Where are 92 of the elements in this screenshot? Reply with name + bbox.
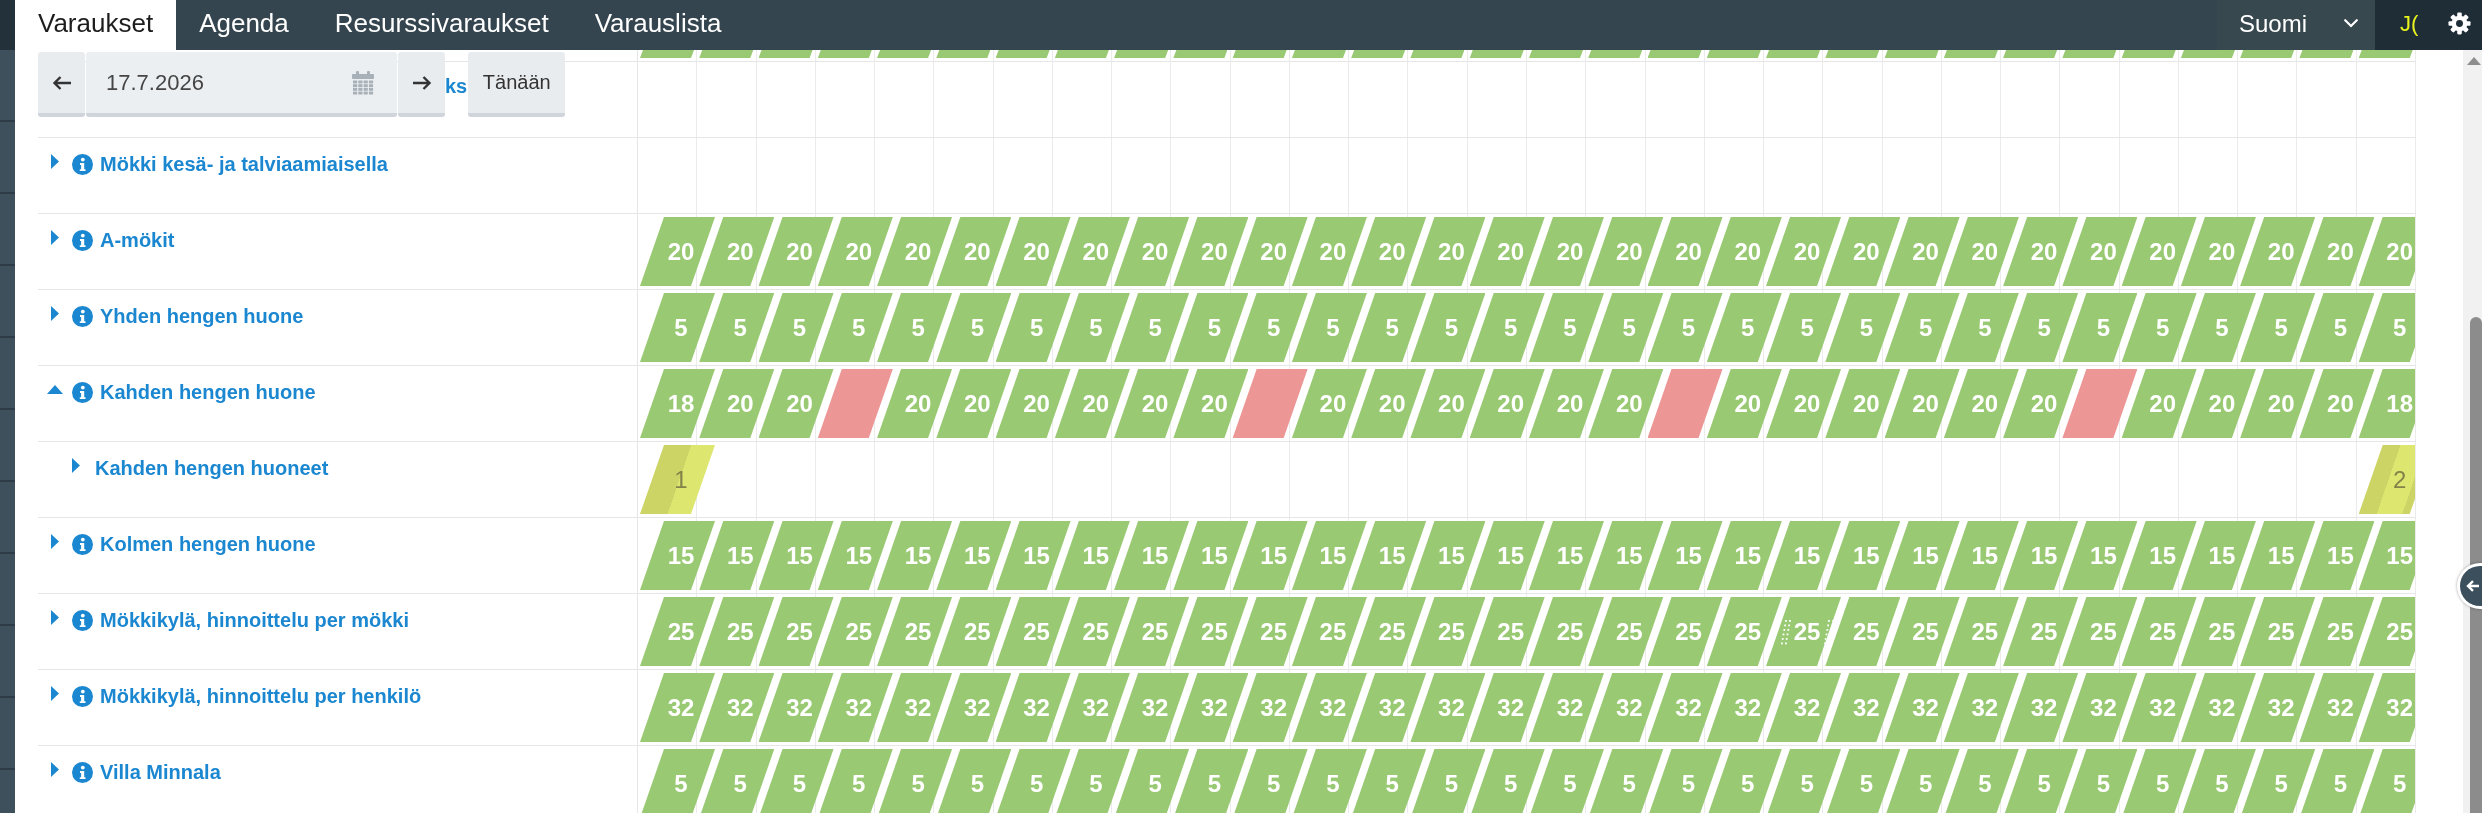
availability-slot[interactable]: 25 [2358, 597, 2415, 666]
arrow-left-icon [51, 74, 72, 91]
availability-slot[interactable] [1469, 50, 1524, 58]
caret-right-icon[interactable] [51, 686, 59, 701]
arrow-right-icon [411, 74, 432, 91]
availability-slot[interactable] [2240, 50, 2295, 58]
resource-link[interactable]: Yhden hengen huone [100, 304, 304, 328]
settings-icon[interactable] [2448, 12, 2472, 35]
availability-slot[interactable] [2003, 50, 2058, 58]
availability-slot[interactable]: 25 [640, 597, 715, 666]
info-icon[interactable] [72, 686, 93, 707]
availability-slot[interactable] [1825, 50, 1880, 58]
availability-slot[interactable] [2299, 50, 2354, 58]
availability-slot[interactable]: 32 [640, 673, 715, 742]
info-icon[interactable] [72, 534, 93, 555]
calendar-icon[interactable] [352, 70, 374, 95]
availability-slot[interactable]: 18 [640, 369, 715, 438]
resource-link[interactable]: Mökki kesä- ja talviaamiaisella [100, 152, 388, 176]
chevron-down-icon [2344, 19, 2358, 28]
resource-link[interactable]: Mökkikylä, hinnoittelu per mökki [100, 608, 409, 632]
availability-slot[interactable] [1232, 50, 1287, 58]
user-initials[interactable]: J( [2400, 10, 2419, 37]
availability-slot[interactable] [1173, 50, 1228, 58]
caret-right-icon[interactable] [51, 610, 59, 625]
resource-link[interactable]: Kahden hengen huoneet [95, 456, 329, 480]
availability-slot[interactable] [2180, 50, 2235, 58]
nav-tab[interactable]: Resurssivaraukset [311, 0, 572, 50]
availability-slot[interactable] [2121, 50, 2176, 58]
date-field[interactable]: 17.7.2026 [86, 52, 397, 117]
arrow-left-icon [2466, 580, 2480, 592]
availability-slot[interactable]: 18 [2358, 369, 2415, 438]
availability-slot[interactable] [1529, 50, 1583, 58]
availability-slot[interactable]: 15 [640, 521, 715, 590]
scroll-up-arrow-icon[interactable] [2467, 57, 2481, 65]
caret-right-icon[interactable] [51, 534, 59, 549]
info-icon[interactable] [72, 306, 93, 327]
info-icon[interactable] [72, 154, 93, 175]
caret-right-icon[interactable] [51, 230, 59, 245]
today-button[interactable]: Tänään [468, 52, 566, 117]
resource-link[interactable]: Villa Minnala [100, 760, 221, 784]
grip-handle-icon[interactable] [1779, 618, 1791, 645]
availability-slot[interactable] [1647, 50, 1702, 58]
resource-link[interactable]: Kolmen hengen huone [100, 532, 316, 556]
caret-right-icon[interactable] [72, 458, 80, 473]
previous-button[interactable] [38, 52, 85, 117]
availability-slot[interactable] [758, 50, 813, 58]
availability-slot[interactable] [1706, 50, 1761, 58]
availability-slot[interactable] [995, 50, 1050, 58]
collapse-panel-button[interactable] [2457, 563, 2482, 609]
availability-slot[interactable]: 15 [2358, 521, 2415, 590]
caret-right-icon[interactable] [51, 306, 59, 321]
availability-slot[interactable] [1351, 50, 1406, 58]
resource-link[interactable]: ks [445, 74, 468, 98]
info-icon[interactable] [72, 230, 93, 251]
availability-slot[interactable]: 20 [2358, 217, 2415, 286]
availability-slot[interactable] [1410, 50, 1465, 58]
caret-right-icon[interactable] [51, 762, 59, 777]
availability-slot[interactable]: 5 [640, 749, 715, 813]
nav-tab[interactable]: Varauslista [571, 0, 745, 50]
caret-right-icon[interactable] [51, 154, 59, 169]
availability-slot[interactable] [936, 50, 991, 58]
availability-slot[interactable]: 5 [640, 293, 715, 362]
availability-slot[interactable]: 20 [640, 217, 715, 286]
resource-link[interactable]: Kahden hengen huone [100, 380, 316, 404]
availability-slot[interactable] [699, 50, 754, 58]
availability-slot[interactable] [1766, 50, 1821, 58]
availability-slot[interactable] [2358, 50, 2413, 58]
info-icon[interactable] [72, 610, 93, 631]
info-icon[interactable] [72, 762, 93, 783]
booking-block[interactable]: 2 [2358, 445, 2415, 514]
availability-slot[interactable] [1054, 50, 1109, 58]
resource-link[interactable]: A-mökit [100, 228, 175, 252]
availability-slot[interactable] [1114, 50, 1169, 58]
availability-slot[interactable] [1943, 50, 1998, 58]
nav-tab[interactable]: Varaukset [15, 0, 177, 50]
scrollbar[interactable] [2463, 50, 2482, 813]
availability-slot[interactable]: 5 [2358, 293, 2415, 362]
info-icon[interactable] [72, 382, 93, 403]
availability-slot[interactable] [817, 50, 872, 58]
resource-link[interactable]: Mökkikylä, hinnoittelu per henkilö [100, 684, 422, 708]
availability-slot[interactable]: 32 [2358, 673, 2415, 742]
caret-up-icon[interactable] [47, 385, 63, 394]
scrollbar-thumb[interactable] [2470, 317, 2482, 813]
availability-slot[interactable] [1884, 50, 1939, 58]
availability-slot[interactable] [1291, 50, 1346, 58]
booking-block[interactable]: 1 [640, 445, 715, 514]
availability-slot[interactable] [1588, 50, 1643, 58]
nav-tab[interactable]: Agenda [176, 0, 312, 50]
availability-slot[interactable] [877, 50, 932, 58]
availability-slot[interactable] [2062, 50, 2117, 58]
next-button[interactable] [398, 52, 445, 117]
availability-slot[interactable] [640, 50, 694, 58]
